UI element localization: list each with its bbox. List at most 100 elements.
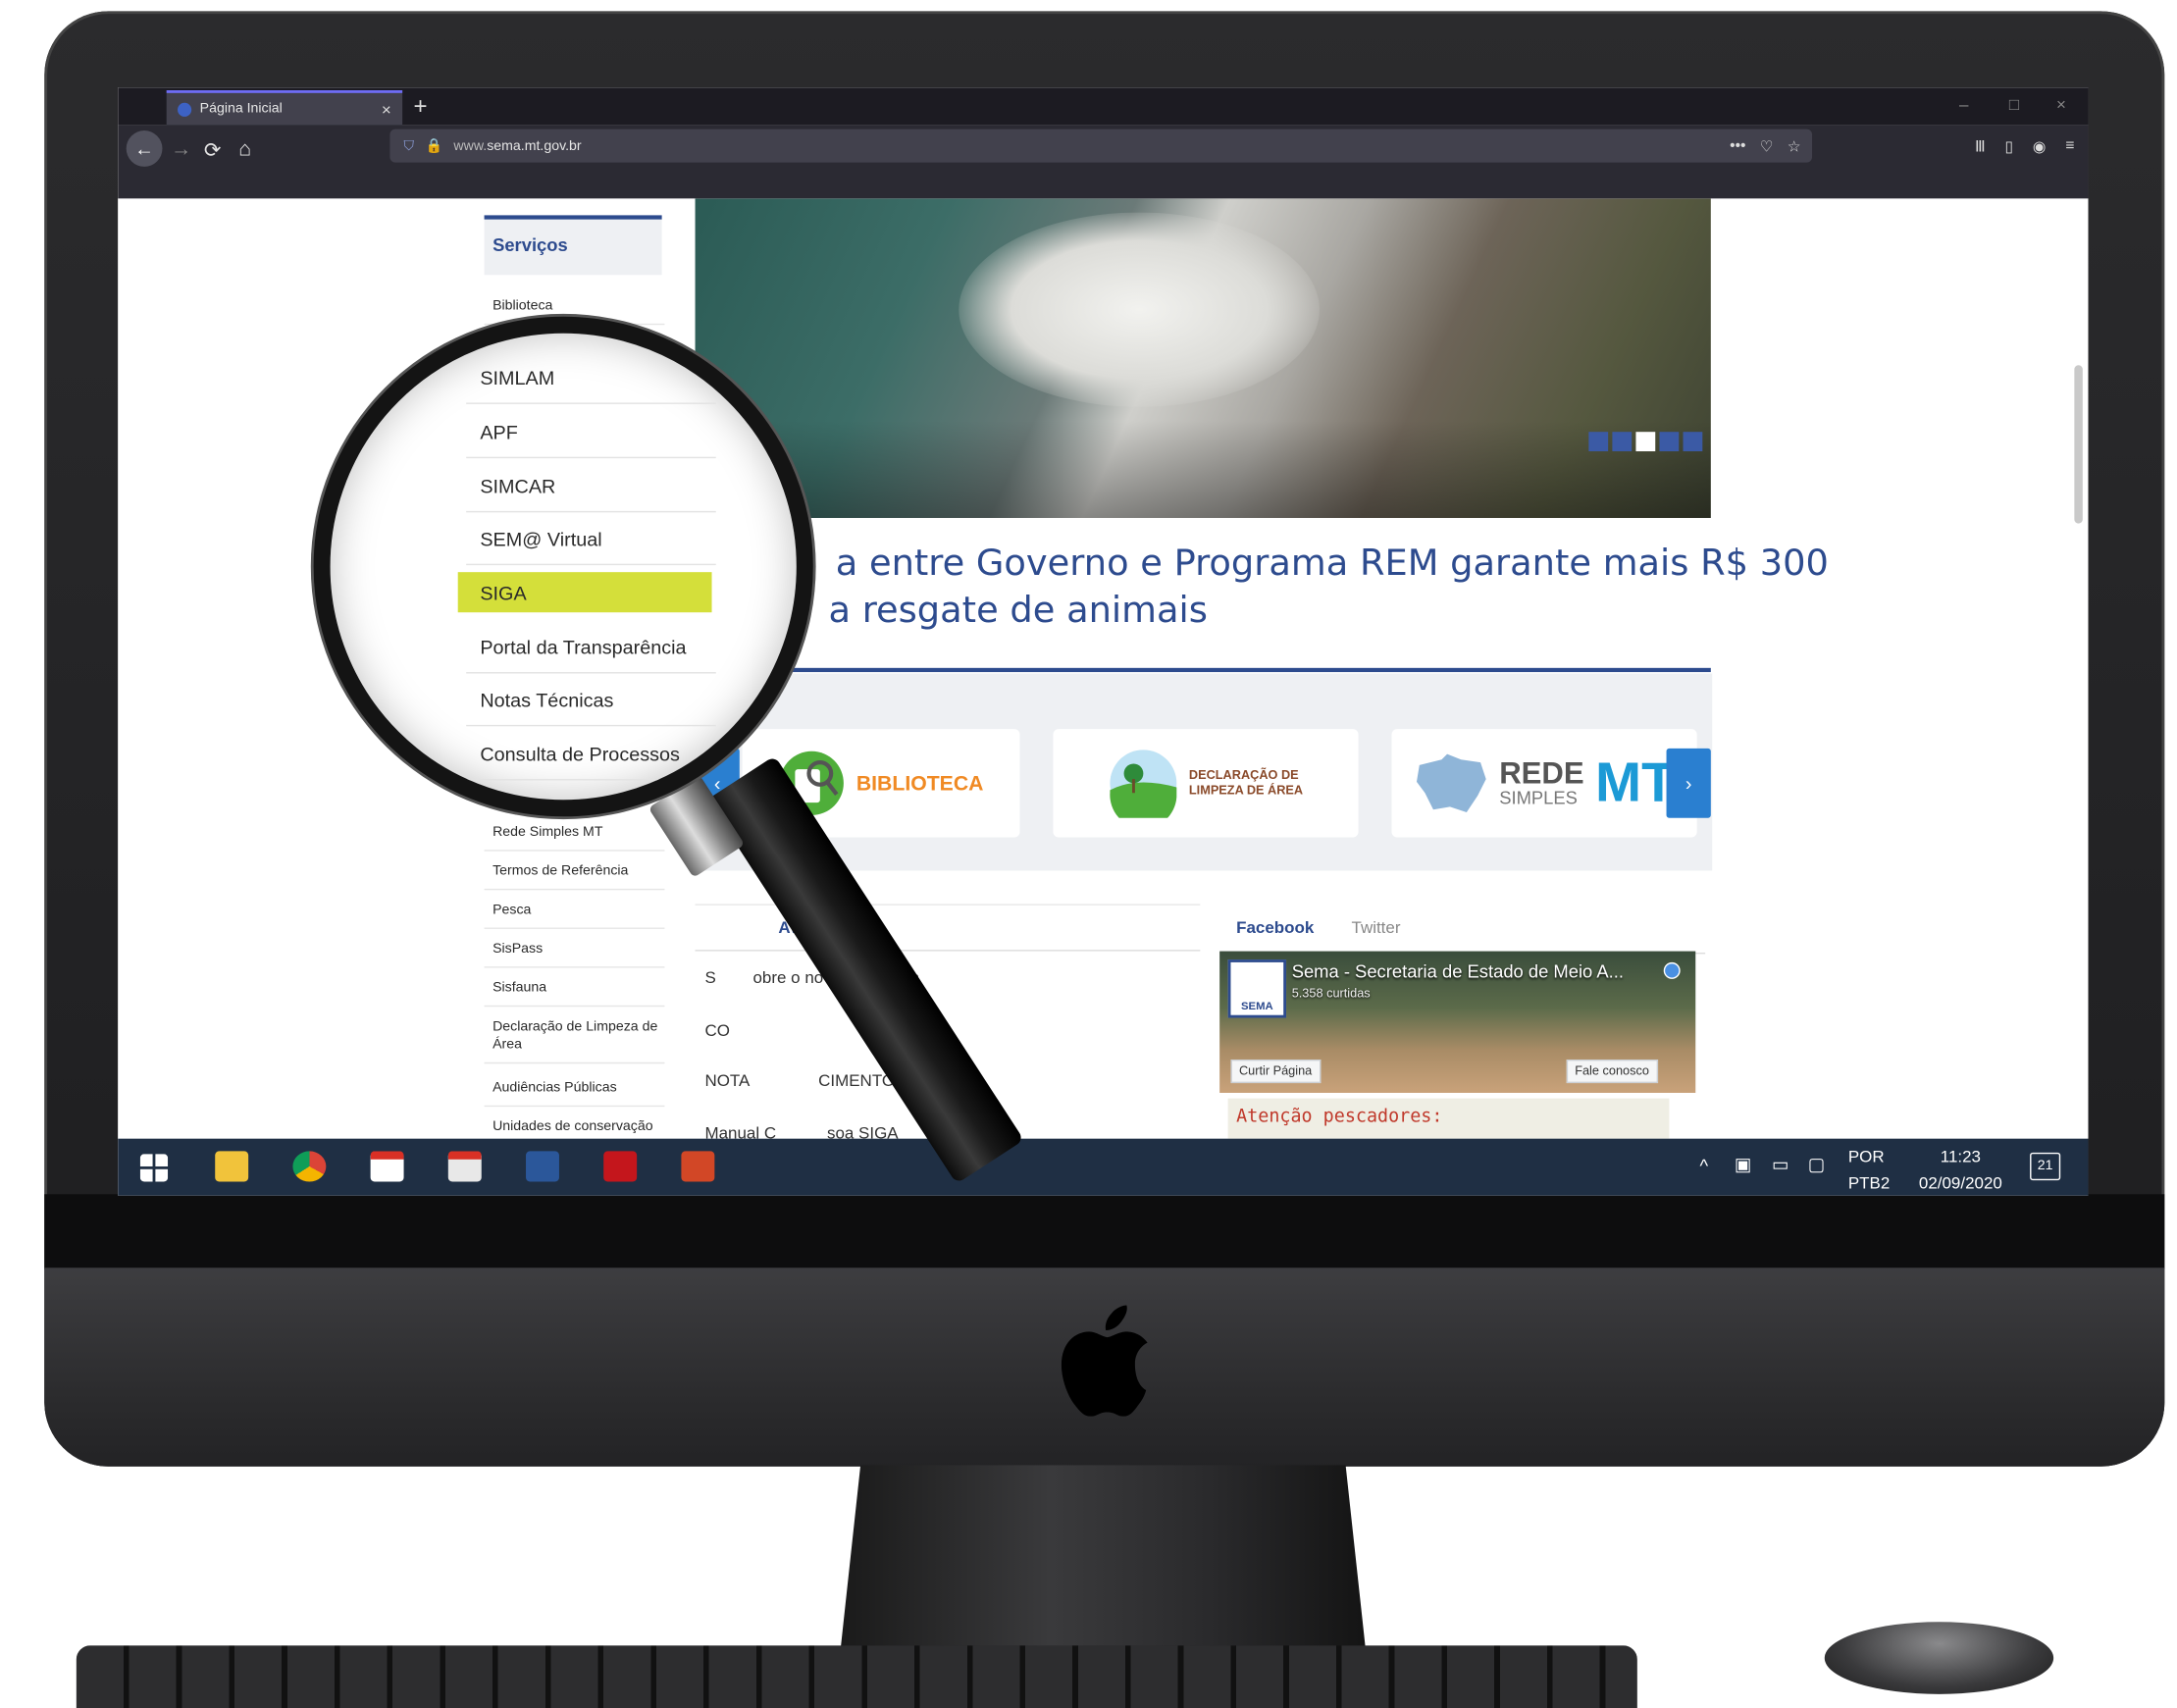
- service-cards: ‹ BIBLIOTECA DECLARAÇÃO DE LIMPEZA DE ÁR…: [695, 673, 1713, 871]
- headline-line-1: Pa a entre Governo e Programa REM garant…: [758, 543, 1829, 585]
- facebook-page-name[interactable]: Sema - Secretaria de Estado de Meio A...: [1292, 960, 1624, 981]
- menu-item-apf[interactable]: APF: [480, 421, 730, 443]
- menu-item-consulta-processos[interactable]: Consulta de Processos: [480, 743, 730, 765]
- carousel-dot[interactable]: [1659, 432, 1680, 452]
- card-declaracao-label: DECLARAÇÃO DE LIMPEZA DE ÁREA: [1188, 767, 1304, 798]
- page-actions-icon[interactable]: •••: [1730, 136, 1745, 154]
- sidebar-item-rede-simples[interactable]: Rede Simples MT: [484, 823, 665, 852]
- facebook-page-widget[interactable]: SEMA Sema - Secretaria de Estado de Meio…: [1219, 951, 1696, 1093]
- card-biblioteca-label: BIBLIOTECA: [855, 771, 984, 796]
- keyboard: [76, 1645, 1637, 1708]
- imac-stand: [839, 1465, 1368, 1660]
- menu-item-simlam[interactable]: SIMLAM: [480, 367, 730, 389]
- sidebar-item-pesca[interactable]: Pesca: [484, 902, 665, 929]
- simples-label: SIMPLES: [1499, 786, 1578, 808]
- window-minimize-button[interactable]: –: [1959, 94, 1968, 114]
- sidebar-item-sisfauna[interactable]: Sisfauna: [484, 979, 665, 1008]
- insecure-lock-icon: 🔒: [425, 137, 443, 154]
- site-favicon-icon: [178, 102, 192, 117]
- sidebar-item-audiencias[interactable]: Audiências Públicas: [484, 1079, 665, 1108]
- menu-item-sem-virtual[interactable]: SEM@ Virtual: [480, 528, 730, 550]
- card-declaracao[interactable]: DECLARAÇÃO DE LIMPEZA DE ÁREA: [1053, 729, 1359, 838]
- bookmark-star-icon[interactable]: ☆: [1788, 136, 1801, 155]
- tray-chevron-icon[interactable]: ^: [1699, 1156, 1708, 1176]
- verified-badge-icon: [1663, 961, 1681, 979]
- carousel-dot[interactable]: [1635, 432, 1656, 452]
- mato-grosso-map-icon: [1416, 753, 1486, 813]
- tab-facebook[interactable]: Facebook: [1236, 917, 1315, 938]
- acrobat-icon[interactable]: [603, 1151, 638, 1182]
- powerpoint-icon[interactable]: [681, 1151, 715, 1182]
- windows-taskbar: ^ ▣ ▭ ▢ POR PTB2 11:23 02/09/2020 21: [118, 1138, 2089, 1196]
- news-headline[interactable]: Pa a entre Governo e Programa REM garant…: [758, 541, 1829, 635]
- contact-button[interactable]: Fale conosco: [1566, 1059, 1658, 1084]
- gmail-icon[interactable]: [370, 1151, 404, 1182]
- menu-item-transparencia[interactable]: Portal da Transparência: [480, 636, 730, 658]
- carousel-dot[interactable]: [1588, 432, 1609, 452]
- tray-app-icon[interactable]: ▣: [1735, 1154, 1751, 1176]
- clock[interactable]: 11:23 02/09/2020: [1905, 1144, 2016, 1195]
- tab-twitter[interactable]: Twitter: [1352, 918, 1401, 938]
- like-page-button[interactable]: Curtir Página: [1230, 1059, 1321, 1084]
- rede-label: REDE: [1499, 754, 1584, 790]
- url-prefix: www.: [453, 137, 488, 154]
- carousel-dots: [1588, 432, 1703, 452]
- word-icon[interactable]: [526, 1151, 559, 1182]
- sidebar-item-sispass[interactable]: SisPass: [484, 940, 665, 968]
- forward-arrow-icon[interactable]: →: [171, 137, 191, 161]
- hero-carousel[interactable]: [695, 198, 1711, 518]
- sidebar-item-biblioteca[interactable]: Biblioteca: [484, 297, 665, 326]
- chrome-icon[interactable]: [292, 1151, 327, 1182]
- magic-mouse: [1824, 1622, 2054, 1694]
- hero-photo: [959, 212, 1320, 407]
- windows-start-icon[interactable]: [139, 1154, 169, 1182]
- library-icon[interactable]: Ⅲ: [1975, 137, 1986, 156]
- page-scrollbar[interactable]: [2074, 365, 2083, 524]
- headline-divider: [695, 667, 1711, 673]
- menu-hamburger-icon[interactable]: ≡: [2065, 137, 2074, 155]
- post-text: Atenção pescadores:: [1236, 1107, 1443, 1128]
- tab-close-icon[interactable]: ×: [382, 99, 391, 119]
- network-icon[interactable]: ▢: [1808, 1154, 1825, 1176]
- sidebar-item-declaracao[interactable]: Declaração de Limpeza de Área: [484, 1018, 665, 1064]
- calendar-mail-icon[interactable]: [447, 1151, 482, 1182]
- new-tab-button[interactable]: +: [413, 93, 427, 121]
- facebook-likes: 5.358 curtidas: [1291, 985, 1371, 1001]
- screen-bottom-bezel: [44, 1194, 2165, 1269]
- account-icon[interactable]: ◉: [2033, 137, 2047, 156]
- imac-scene: Página Inicial × + – □ × ← → ⟳ ⌂ ⛉ 🔒 www…: [0, 0, 2177, 1708]
- carousel-dot[interactable]: [1683, 432, 1703, 452]
- address-bar[interactable]: ⛉ 🔒 www.sema.mt.gov.br ••• ♡ ☆: [389, 129, 1813, 163]
- menu-item-siga[interactable]: SIGA: [480, 582, 730, 604]
- back-arrow-icon[interactable]: ←: [126, 130, 163, 167]
- sidebar-item-termos[interactable]: Termos de Referência: [484, 862, 665, 891]
- cards-next-arrow-icon[interactable]: ›: [1666, 748, 1711, 818]
- sema-logo: SEMA: [1227, 959, 1287, 1018]
- aviso-item[interactable]: CO: [704, 1020, 729, 1040]
- aviso-item[interactable]: NOTA CIMENTO: [704, 1070, 895, 1090]
- window-maximize-button[interactable]: □: [2009, 94, 2019, 114]
- pocket-icon[interactable]: ♡: [1760, 136, 1774, 155]
- notifications-icon[interactable]: 21: [2030, 1152, 2061, 1181]
- language-indicator[interactable]: POR PTB2: [1848, 1144, 1890, 1195]
- menu-item-notas-tecnicas[interactable]: Notas Técnicas: [480, 689, 730, 711]
- landscape-icon: [1110, 750, 1177, 818]
- mt-label: MT: [1594, 751, 1676, 813]
- carousel-dot[interactable]: [1612, 432, 1633, 452]
- card-rede-simples[interactable]: REDE SIMPLES MT: [1391, 729, 1697, 838]
- browser-nav-bar: ← → ⟳ ⌂ ⛉ 🔒 www.sema.mt.gov.br ••• ♡ ☆ Ⅲ…: [118, 125, 2089, 199]
- avisos-header: Avisos: [695, 904, 1201, 952]
- sidebar-item-unidades[interactable]: Unidades de conservação: [492, 1117, 659, 1135]
- menu-item-simcar[interactable]: SIMCAR: [480, 475, 730, 497]
- shield-icon: ⛉: [403, 137, 415, 154]
- file-explorer-icon[interactable]: [215, 1151, 249, 1182]
- window-close-button[interactable]: ×: [2056, 94, 2066, 114]
- home-icon[interactable]: ⌂: [238, 137, 251, 161]
- aviso-item[interactable]: Manual C soa SIGA: [704, 1123, 898, 1139]
- reload-icon[interactable]: ⟳: [204, 137, 222, 163]
- facebook-post: Atenção pescadores:: [1227, 1098, 1670, 1139]
- browser-tab[interactable]: Página Inicial ×: [166, 90, 403, 126]
- sidebar-toggle-icon[interactable]: ▯: [2005, 137, 2014, 156]
- battery-icon[interactable]: ▭: [1772, 1154, 1788, 1176]
- tab-title: Página Inicial: [199, 101, 283, 117]
